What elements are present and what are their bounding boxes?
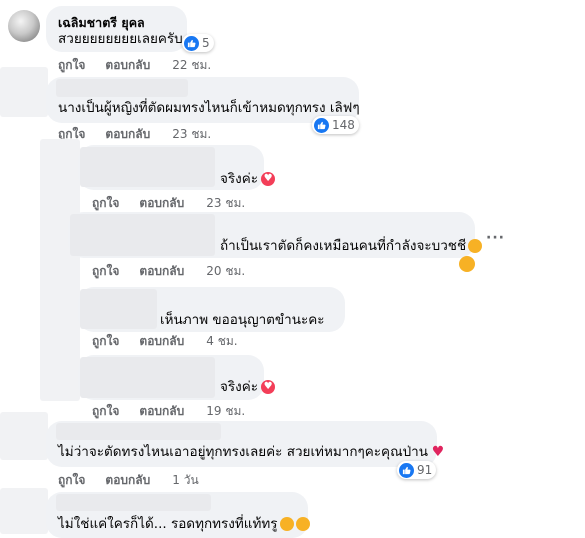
like-button[interactable]: ถูกใจ: [58, 57, 85, 73]
more-options-icon[interactable]: ···: [486, 230, 505, 246]
timestamp[interactable]: 4 ชม.: [206, 333, 237, 349]
like-button[interactable]: ถูกใจ: [92, 403, 119, 419]
heart-icon: ♥: [261, 380, 276, 394]
reaction-number: 148: [332, 118, 355, 132]
reaction-number: 5: [202, 36, 210, 50]
heart-icon: ♥: [261, 172, 276, 186]
like-icon: [184, 35, 199, 51]
heart-icon: ♥: [431, 444, 445, 460]
reply-button[interactable]: ตอบกลับ: [105, 126, 150, 142]
like-button[interactable]: ถูกใจ: [92, 333, 119, 349]
like-button[interactable]: ถูกใจ: [58, 472, 85, 488]
like-icon: [314, 117, 329, 133]
timestamp[interactable]: 22 ชม.: [172, 57, 211, 73]
replier-name-redacted[interactable]: [80, 147, 215, 187]
laugh-emoji-icon: [459, 256, 475, 272]
reply-actions: ถูกใจ ตอบกลับ 23 ชม.: [92, 195, 245, 211]
thread-avatar-redacted: [40, 139, 80, 401]
reply-text: เห็นภาพ ขออนุญาตขำนะคะ: [160, 312, 325, 328]
commenter-name-redacted[interactable]: [56, 494, 211, 511]
reply-button[interactable]: ตอบกลับ: [139, 403, 184, 419]
reply-actions: ถูกใจ ตอบกลับ 19 ชม.: [92, 403, 245, 419]
reply-button[interactable]: ตอบกลับ: [139, 263, 184, 279]
timestamp[interactable]: 23 ชม.: [206, 195, 245, 211]
reply-button[interactable]: ตอบกลับ: [139, 195, 184, 211]
avatar[interactable]: [0, 488, 48, 534]
like-icon: [399, 462, 414, 478]
like-button[interactable]: ถูกใจ: [92, 195, 119, 211]
avatar[interactable]: [8, 10, 40, 42]
replier-name-redacted[interactable]: [70, 214, 215, 256]
comment-text: สวยยยยยยยยเลยครับ: [58, 31, 183, 47]
timestamp[interactable]: 19 ชม.: [206, 403, 245, 419]
like-button[interactable]: ถูกใจ: [92, 263, 119, 279]
comment-text: ไม่ใช่แค่ใครก็ได้... รอดทุกทรงที่แท้ทรู: [58, 515, 310, 533]
avatar[interactable]: [0, 67, 48, 117]
avatar[interactable]: [0, 412, 48, 460]
reaction-count[interactable]: 148: [312, 116, 359, 134]
reply-button[interactable]: ตอบกลับ: [105, 57, 150, 73]
heart-eyes-emoji-icon: [279, 517, 294, 531]
reaction-number: 91: [417, 463, 433, 477]
reply-actions: ถูกใจ ตอบกลับ 20 ชม.: [92, 263, 245, 279]
reply-text: จริงค่ะ ♥: [220, 170, 276, 188]
comment-text: นางเป็นผู้หญิงที่ตัดผมทรงไหนก็เข้าหมดทุก…: [58, 100, 360, 116]
reply-actions: ถูกใจ ตอบกลับ 4 ชม.: [92, 333, 238, 349]
timestamp[interactable]: 20 ชม.: [206, 263, 245, 279]
reply-button[interactable]: ตอบกลับ: [105, 472, 150, 488]
reply-text: จริงค่ะ ♥: [220, 378, 276, 396]
reaction-count[interactable]: 5: [182, 34, 214, 52]
replier-name-redacted[interactable]: [80, 357, 215, 398]
comment-text: ไม่ว่าจะตัดทรงไหนเอาอยู่ทุกทรงเลยค่ะ สวย…: [58, 444, 445, 460]
commenter-name-redacted[interactable]: [56, 79, 188, 97]
comment-actions: ถูกใจ ตอบกลับ 22 ชม.: [58, 57, 211, 73]
reaction-count[interactable]: 91: [397, 461, 437, 479]
replier-name-redacted[interactable]: [80, 289, 157, 329]
comment-actions: ถูกใจ ตอบกลับ 23 ชม.: [58, 126, 211, 142]
comment-actions: ถูกใจ ตอบกลับ 1 วัน: [58, 472, 199, 488]
heart-eyes-emoji-icon: [295, 517, 310, 531]
timestamp[interactable]: 1 วัน: [172, 472, 198, 488]
commenter-name-redacted[interactable]: [56, 423, 221, 440]
reply-text: ถ้าเป็นเราตัดก็คงเหมือนคนที่กำลังจะบวชชี: [220, 237, 483, 255]
reply-button[interactable]: ตอบกลับ: [139, 333, 184, 349]
laugh-emoji-icon: [468, 239, 483, 253]
timestamp[interactable]: 23 ชม.: [172, 126, 211, 142]
